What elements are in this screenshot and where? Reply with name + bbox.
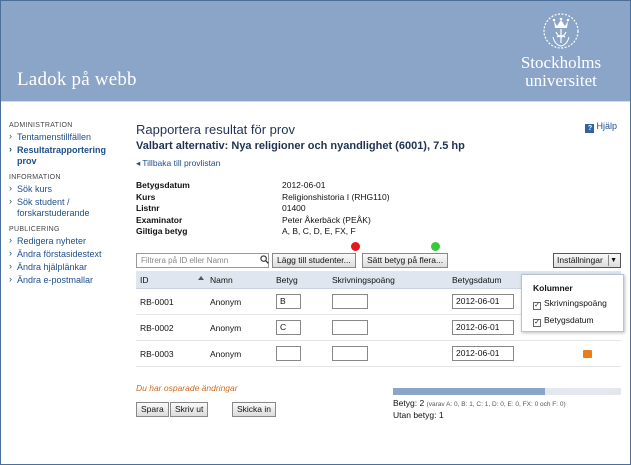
- credits-input[interactable]: [332, 320, 368, 335]
- warning-flag-icon: [583, 350, 592, 358]
- progress-fill: [393, 388, 546, 395]
- grade-input[interactable]: [276, 346, 301, 361]
- cell-id: RB-0003: [140, 349, 174, 359]
- settings-dropdown-button[interactable]: Inställningar ▼: [553, 253, 621, 268]
- sidebar-item[interactable]: Sök student / forskarstuderande: [9, 196, 121, 220]
- help-link[interactable]: ? Hjälp: [585, 121, 617, 133]
- grade-input[interactable]: B: [276, 294, 301, 309]
- save-button[interactable]: Spara: [136, 402, 169, 417]
- cell-id: RB-0002: [140, 323, 174, 333]
- sidebar-item[interactable]: Sök kurs: [9, 183, 121, 196]
- sidebar-item[interactable]: Resultatrapportering prov: [9, 144, 121, 168]
- info-key: Betygsdatum: [136, 180, 190, 190]
- back-to-list-link[interactable]: ◂ Tillbaka till provlistan: [136, 158, 220, 169]
- app-title: Ladok på webb: [17, 69, 137, 90]
- cell-id: RB-0001: [140, 297, 174, 307]
- help-icon: ?: [585, 124, 595, 133]
- logo-text-line1: Stockholms: [520, 53, 602, 72]
- settings-label: Inställningar: [557, 255, 603, 265]
- info-value: Peter Åkerbäck (PEÅK): [282, 214, 371, 225]
- sort-ascending-icon: [198, 276, 204, 280]
- red-marker-dot: [351, 242, 360, 251]
- option-credits-column[interactable]: ✓ Skrivningspoäng: [533, 298, 607, 310]
- option-date-column[interactable]: ✓ Betygsdatum: [533, 315, 594, 327]
- info-value: Religionshistoria I (RHG110): [282, 191, 390, 202]
- unsaved-changes-notice: Du har osparade ändringar: [136, 383, 238, 393]
- sidebar-item[interactable]: Ändra hjälplänkar: [9, 261, 121, 274]
- grading-progress-bar: [393, 388, 621, 395]
- credits-input[interactable]: [332, 346, 368, 361]
- back-link-label: Tillbaka till provlistan: [142, 158, 221, 168]
- info-key: Giltiga betyg: [136, 226, 188, 236]
- date-input[interactable]: 2012-06-01: [452, 346, 514, 361]
- logo-text-line2: universitet: [525, 71, 597, 90]
- sidebar: ADMINISTRATION TentamenstillfällenResulta…: [9, 122, 121, 287]
- filter-placeholder: Filtrera på ID eller Namn: [141, 256, 229, 265]
- info-row: Giltiga betyg A, B, C, D, E, FX, F: [136, 226, 436, 238]
- grade-input[interactable]: C: [276, 320, 301, 335]
- settings-panel: Kolumner ✓ Skrivningspoäng ✓ Betygsdatum: [521, 274, 624, 332]
- university-logo: Stockholms universitet: [506, 7, 616, 91]
- search-icon[interactable]: [260, 255, 269, 264]
- sidebar-heading: ADMINISTRATION: [9, 122, 73, 129]
- crown-seal-icon: [543, 13, 579, 49]
- column-header-date[interactable]: Betygsdatum: [452, 275, 502, 285]
- info-key: Kurs: [136, 191, 156, 202]
- chevron-down-icon: ▼: [610, 257, 617, 264]
- date-input[interactable]: 2012-06-01: [452, 294, 514, 309]
- sidebar-item[interactable]: Redigera nyheter: [9, 235, 121, 248]
- checkbox-credits[interactable]: ✓: [533, 302, 541, 310]
- info-row: Examinator Peter Åkerbäck (PEÅK): [136, 215, 436, 227]
- help-label: Hjälp: [596, 121, 617, 131]
- cell-name: Anonym: [210, 297, 242, 307]
- info-row: Kurs Religionshistoria I (RHG110): [136, 192, 436, 204]
- add-students-button[interactable]: Lägg till studenter...: [272, 253, 356, 268]
- course-subtitle: Valbart alternativ: Nya religioner och n…: [136, 140, 465, 152]
- column-header-grade[interactable]: Betyg: [276, 275, 298, 285]
- exam-info: Betygsdatum 2012-06-01 Kurs Religionshistor…: [136, 180, 436, 238]
- grade-breakdown: (varav A: 0, B: 1, C: 1, D: 0, E: 0, FX:…: [426, 401, 566, 408]
- info-key: Listnr: [136, 203, 160, 213]
- option-credits-label: Skrivningspoäng: [544, 298, 607, 308]
- sidebar-item[interactable]: Ändra e-postmallar: [9, 274, 121, 287]
- info-key: Examinator: [136, 214, 183, 225]
- grade-count-label: Betyg: 2: [393, 398, 425, 408]
- panel-title: Kolumner: [533, 283, 573, 293]
- cell-name: Anonym: [210, 349, 242, 359]
- info-row: Betygsdatum 2012-06-01: [136, 180, 436, 192]
- back-arrow-icon: ◂: [136, 158, 141, 168]
- table-row: RB-0003 Anonym 2012-06-01: [136, 341, 621, 367]
- green-marker-dot: [431, 242, 440, 251]
- filter-input[interactable]: Filtrera på ID eller Namn: [136, 253, 269, 268]
- column-header-credits[interactable]: Skrivningspoäng: [332, 275, 395, 285]
- site-header: Ladok på webb Stockholms universitet: [1, 1, 630, 101]
- info-value: 2012-06-01: [282, 180, 326, 190]
- checkbox-date[interactable]: ✓: [533, 319, 541, 327]
- info-row: Listnr 01400: [136, 203, 436, 215]
- sidebar-item[interactable]: Tentamenstillfällen: [9, 131, 121, 144]
- cell-name: Anonym: [210, 323, 242, 333]
- toolbar: Filtrera på ID eller Namn Lägg till stud…: [136, 253, 621, 269]
- info-value: A, B, C, D, E, FX, F: [282, 226, 356, 236]
- set-grade-multiple-button[interactable]: Sätt betyg på flera...: [362, 253, 449, 268]
- page-title: Rapportera resultat för prov: [136, 122, 295, 137]
- date-input[interactable]: 2012-06-01: [452, 320, 514, 335]
- sidebar-heading: PUBLICERING: [9, 226, 60, 233]
- option-date-label: Betygsdatum: [544, 315, 594, 325]
- column-header-name[interactable]: Namn: [210, 275, 233, 285]
- sidebar-heading: INFORMATION: [9, 174, 61, 181]
- header-divider: [1, 101, 630, 102]
- info-value: 01400: [282, 203, 306, 213]
- settings-separator: [608, 255, 609, 266]
- grade-count: Betyg: 2 (varav A: 0, B: 1, C: 1, D: 0, …: [393, 398, 566, 408]
- credits-input[interactable]: [332, 294, 368, 309]
- print-button[interactable]: Skriv ut: [170, 402, 209, 417]
- sidebar-item[interactable]: Ändra förstasidestext: [9, 248, 121, 261]
- column-header-id[interactable]: ID: [140, 275, 149, 285]
- submit-button[interactable]: Skicka in: [232, 402, 277, 417]
- without-grade-count: Utan betyg: 1: [393, 410, 444, 420]
